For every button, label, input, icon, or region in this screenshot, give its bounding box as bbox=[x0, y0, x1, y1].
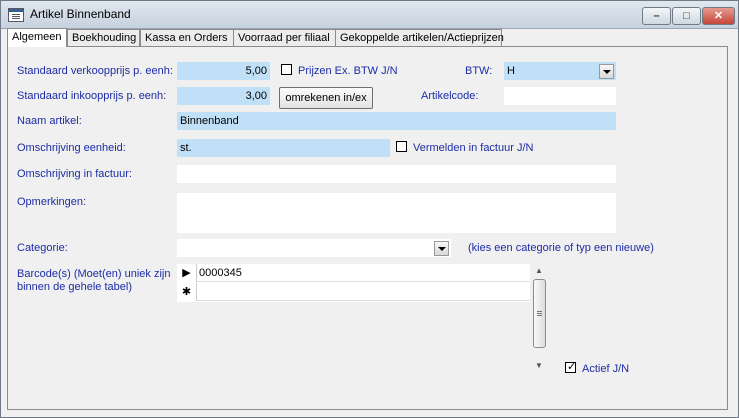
form-icon bbox=[8, 8, 24, 22]
actief-label: Actief J/N bbox=[582, 363, 630, 375]
vermelden-checkbox[interactable] bbox=[396, 141, 407, 152]
close-button[interactable]: ✕ bbox=[702, 7, 735, 25]
opmerkingen-field[interactable] bbox=[177, 193, 616, 233]
vermelden-label: Vermelden in factuur J/N bbox=[413, 142, 534, 154]
prijzen-ex-btw-checkbox[interactable] bbox=[281, 64, 292, 75]
tab-boekhouding[interactable]: Boekhouding bbox=[67, 29, 140, 46]
window-title: Artikel Binnenband bbox=[30, 7, 131, 21]
categorie-dropdown-arrow-icon[interactable] bbox=[434, 241, 449, 256]
categorie-label: Categorie: bbox=[17, 242, 68, 254]
scroll-down-arrow-icon[interactable]: ▼ bbox=[534, 361, 544, 371]
btw-label: BTW: bbox=[465, 65, 493, 77]
record-selector-current-icon[interactable]: ▶ bbox=[177, 264, 197, 282]
prijzen-ex-btw-label: Prijzen Ex. BTW J/N bbox=[298, 65, 398, 77]
artikelcode-label: Artikelcode: bbox=[421, 90, 479, 102]
tab-gekoppelde-artikelen[interactable]: Gekoppelde artikelen/Actieprijzen bbox=[335, 29, 504, 46]
title-bar[interactable]: Artikel Binnenband – □ ✕ bbox=[1, 1, 738, 29]
artikelcode-field[interactable] bbox=[504, 87, 616, 105]
actief-checkbox[interactable]: ✓ bbox=[565, 361, 577, 373]
tab-voorraad-per-filiaal[interactable]: Voorraad per filiaal bbox=[233, 29, 336, 46]
eenheid-field[interactable]: st. bbox=[177, 139, 390, 157]
barcode-scrollbar[interactable]: ▲ ▼ bbox=[531, 264, 548, 374]
omschrijving-factuur-label: Omschrijving in factuur: bbox=[17, 168, 132, 180]
naam-artikel-label: Naam artikel: bbox=[17, 115, 82, 127]
barcode-cell[interactable]: 0000345 bbox=[197, 264, 530, 282]
eenheid-label: Omschrijving eenheid: bbox=[17, 142, 126, 154]
new-record-icon[interactable]: ✱ bbox=[177, 283, 197, 301]
checkmark-icon: ✓ bbox=[567, 361, 577, 373]
verkoopprijs-label: Standaard verkoopprijs p. eenh: bbox=[17, 65, 173, 77]
naam-artikel-field[interactable]: Binnenband bbox=[177, 112, 616, 130]
barcode-grid: ▶ 0000345 ✱ bbox=[177, 264, 530, 302]
barcodes-label-line1: Barcode(s) (Moet(en) uniek zijn bbox=[17, 268, 171, 280]
new-barcode-cell[interactable] bbox=[197, 283, 530, 301]
maximize-button[interactable]: □ bbox=[672, 7, 701, 25]
grip-icon bbox=[537, 311, 542, 312]
btw-dropdown-arrow-icon[interactable] bbox=[599, 64, 614, 79]
article-window: Artikel Binnenband – □ ✕ Algemeen Boekho… bbox=[0, 0, 739, 418]
inkoopprijs-field[interactable]: 3,00 bbox=[177, 87, 270, 105]
barcodes-label-line2: binnen de gehele tabel) bbox=[17, 281, 132, 293]
minimize-button[interactable]: – bbox=[642, 7, 671, 25]
categorie-hint: (kies een categorie of typ een nieuwe) bbox=[468, 242, 654, 254]
tab-page-algemeen: Standaard verkoopprijs p. eenh: 5,00 Pri… bbox=[7, 46, 728, 410]
scroll-up-arrow-icon[interactable]: ▲ bbox=[534, 266, 544, 276]
verkoopprijs-field[interactable]: 5,00 bbox=[177, 62, 270, 80]
tab-kassa-en-orders[interactable]: Kassa en Orders bbox=[140, 29, 234, 46]
omschrijving-factuur-field[interactable] bbox=[177, 165, 616, 183]
inkoopprijs-label: Standaard inkoopprijs p. eenh: bbox=[17, 90, 167, 102]
categorie-select[interactable] bbox=[177, 239, 451, 257]
opmerkingen-label: Opmerkingen: bbox=[17, 196, 87, 208]
scrollbar-thumb[interactable] bbox=[533, 279, 546, 348]
tab-algemeen[interactable]: Algemeen bbox=[7, 28, 67, 47]
omrekenen-button[interactable]: omrekenen in/ex bbox=[279, 87, 373, 109]
